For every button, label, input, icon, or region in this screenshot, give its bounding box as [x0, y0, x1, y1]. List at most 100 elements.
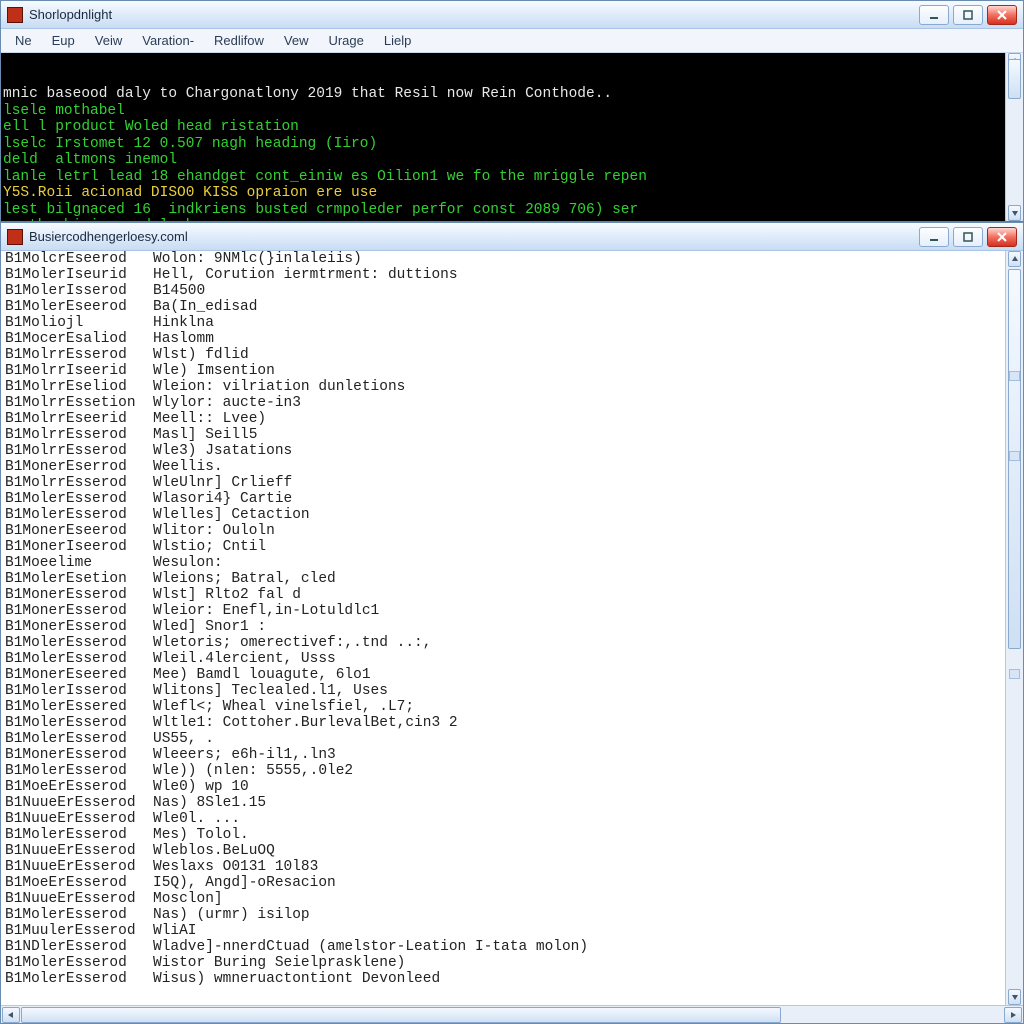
list-row[interactable]: B1MuulerEsserodWliAI	[5, 923, 1023, 939]
terminal-output[interactable]: mnic baseood daly to Chargonatlony 2019 …	[1, 53, 1023, 221]
row-value: Wltle1: Cottoher.BurlevalBet,cin3 2	[153, 715, 458, 731]
titlebar[interactable]: Busiercodhengerloesy.coml	[1, 223, 1023, 251]
list-row[interactable]: B1NuueErEsserodMosclon]	[5, 891, 1023, 907]
row-value: Wleion: vilriation dunletions	[153, 379, 405, 395]
list-row[interactable]: B1MolrrEssetionWlylor: aucte-in3	[5, 395, 1023, 411]
window-controls	[919, 227, 1017, 247]
list-row[interactable]: B1MolerIsserodB14500	[5, 283, 1023, 299]
menu-item[interactable]: Vew	[274, 29, 319, 52]
scroll-right-icon[interactable]	[1004, 1007, 1022, 1023]
scroll-up-icon[interactable]	[1008, 251, 1021, 267]
list-row[interactable]: B1MolrrEseliodWleion: vilriation dunleti…	[5, 379, 1023, 395]
list-row[interactable]: B1MonerEserrodWeellis.	[5, 459, 1023, 475]
minimize-button[interactable]	[919, 227, 949, 247]
list-row[interactable]: B1MolerEsetionWleions; Batral, cled	[5, 571, 1023, 587]
menu-item[interactable]: Urage	[318, 29, 373, 52]
scroll-marker	[1009, 371, 1020, 381]
list-row[interactable]: B1MolerEsserodWisus) wmneruactontiont De…	[5, 971, 1023, 987]
list-row[interactable]: B1MolrrIseeridWle) Imsention	[5, 363, 1023, 379]
list-row[interactable]: B1MolerEsserodWleil.4lercient, Usss	[5, 651, 1023, 667]
maximize-button[interactable]	[953, 5, 983, 25]
row-key: B1MocerEsaliod	[5, 331, 153, 347]
list-row[interactable]: B1MolerIseuridHell, Corution iermtrment:…	[5, 267, 1023, 283]
list-row[interactable]: B1MolcrEseerodWolon: 9NMlc(}inlaleiis)	[5, 251, 1023, 267]
list-row[interactable]: B1MolrrEseeridMeell:: Lvee)	[5, 411, 1023, 427]
row-value: Wleior: Enefl,in-Lotuldlc1	[153, 603, 379, 619]
list-row[interactable]: B1MolerEsserodWle)) (nlen: 5555,.0le2	[5, 763, 1023, 779]
row-key: B1MonerIseerod	[5, 539, 153, 555]
list-row[interactable]: B1MolrrEsserodMasl] Seill5	[5, 427, 1023, 443]
menu-item[interactable]: Veiw	[85, 29, 132, 52]
row-value: Wleil.4lercient, Usss	[153, 651, 336, 667]
list-row[interactable]: B1MolrrEsserodWle3) Jsatations	[5, 443, 1023, 459]
row-value: Wle0l. ...	[153, 811, 240, 827]
menu-item[interactable]: Varation-	[132, 29, 204, 52]
row-key: B1MolrrEsserod	[5, 475, 153, 491]
list-row[interactable]: B1MolerEsserodNas) (urmr) isilop	[5, 907, 1023, 923]
list-row[interactable]: B1MonerIseerodWlstio; Cntil	[5, 539, 1023, 555]
list-row[interactable]: B1MolerEsserodWletoris; omerectivef:,.tn…	[5, 635, 1023, 651]
list-row[interactable]: B1NuueErEsserodWle0l. ...	[5, 811, 1023, 827]
list-row[interactable]: B1MolerEsserodWistor Buring Seielpraskle…	[5, 955, 1023, 971]
list-row[interactable]: B1MolerEseerodBa(In_edisad	[5, 299, 1023, 315]
list-row[interactable]: B1MolerEsserodMes) Tolol.	[5, 827, 1023, 843]
list-row[interactable]: B1MolerIsserodWlitons] Teclealed.l1, Use…	[5, 683, 1023, 699]
scroll-down-icon[interactable]	[1008, 989, 1021, 1005]
row-value: Masl] Seill5	[153, 427, 257, 443]
row-value: Nas) (urmr) isilop	[153, 907, 310, 923]
list-row[interactable]: B1NuueErEsserodWleblos.BeLuOQ	[5, 843, 1023, 859]
list-row[interactable]: B1MolerEsseredWlefl<; Wheal vinelsfiel, …	[5, 699, 1023, 715]
list-row[interactable]: B1MolrrEsserodWleUlnr] Crlieff	[5, 475, 1023, 491]
close-button[interactable]	[987, 227, 1017, 247]
close-button[interactable]	[987, 5, 1017, 25]
list-row[interactable]: B1MocerEsaliodHaslomm	[5, 331, 1023, 347]
listing-hscrollbar[interactable]	[1, 1005, 1023, 1023]
menu-item[interactable]: Ne	[5, 29, 42, 52]
list-row[interactable]: B1MonerEsserodWleior: Enefl,in-Lotuldlc1	[5, 603, 1023, 619]
list-row[interactable]: B1MonerEseeredMee) Bamdl louagute, 6lo1	[5, 667, 1023, 683]
list-row[interactable]: B1NuueErEsserodWeslaxs O0131 10l83	[5, 859, 1023, 875]
list-row[interactable]: B1MolerEsserodWlasori4} Cartie	[5, 491, 1023, 507]
text-listing[interactable]: B1MolcrEseerodWolon: 9NMlc(}inlaleiis)B1…	[1, 251, 1023, 1005]
row-key: B1MuulerEsserod	[5, 923, 153, 939]
titlebar[interactable]: Shorlopdnlight	[1, 1, 1023, 29]
menu-item[interactable]: Eup	[42, 29, 85, 52]
scroll-track[interactable]	[21, 1007, 1003, 1023]
list-row[interactable]: B1MonerEsserodWled] Snor1 :	[5, 619, 1023, 635]
list-row[interactable]: B1MoeErEsserodI5Q), Angd]-oResacion	[5, 875, 1023, 891]
terminal-line: lsele mothabel	[3, 103, 1021, 120]
list-row[interactable]: B1NuueErEsserodNas) 8Sle1.15	[5, 795, 1023, 811]
row-key: B1MolrrEssetion	[5, 395, 153, 411]
row-value: Wle)) (nlen: 5555,.0le2	[153, 763, 353, 779]
list-row[interactable]: B1MolerEsserodUS55, .	[5, 731, 1023, 747]
scroll-thumb[interactable]	[21, 1007, 781, 1023]
list-row[interactable]: B1MolrrEsserodWlst) fdlid	[5, 347, 1023, 363]
menu-item[interactable]: Lielp	[374, 29, 421, 52]
listing-vscrollbar[interactable]	[1005, 251, 1023, 1005]
maximize-button[interactable]	[953, 227, 983, 247]
list-row[interactable]: B1NDlerEsserodWladve]-nnerdCtuad (amelst…	[5, 939, 1023, 955]
row-value: Meell:: Lvee)	[153, 411, 266, 427]
list-row[interactable]: B1MoliojlHinklna	[5, 315, 1023, 331]
list-row[interactable]: B1MoeelimeWesulon:	[5, 555, 1023, 571]
list-row[interactable]: B1MoeErEsserodWle0) wp 10	[5, 779, 1023, 795]
list-row[interactable]: B1MonerEsserodWleeers; e6h-il1,.ln3	[5, 747, 1023, 763]
scroll-left-icon[interactable]	[2, 1007, 20, 1023]
minimize-button[interactable]	[919, 5, 949, 25]
list-row[interactable]: B1MolerEsserodWltle1: Cottoher.BurlevalB…	[5, 715, 1023, 731]
menu-item[interactable]: Redlifow	[204, 29, 274, 52]
scroll-thumb[interactable]	[1008, 59, 1021, 99]
row-key: B1MolerEsserod	[5, 955, 153, 971]
row-key: B1MolrrEsserod	[5, 427, 153, 443]
row-key: B1MonerEsserod	[5, 587, 153, 603]
scroll-down-icon[interactable]	[1008, 205, 1021, 221]
row-value: I5Q), Angd]-oResacion	[153, 875, 336, 891]
list-row[interactable]: B1MolerEsserodWlelles] Cetaction	[5, 507, 1023, 523]
list-row[interactable]: B1MonerEseerodWlitor: Ouloln	[5, 523, 1023, 539]
row-key: B1MolerEsserod	[5, 635, 153, 651]
row-key: B1MolerEsetion	[5, 571, 153, 587]
row-value: Wesulon:	[153, 555, 223, 571]
row-key: B1MolrrIseerid	[5, 363, 153, 379]
list-row[interactable]: B1MonerEsserodWlst] Rlto2 fal d	[5, 587, 1023, 603]
terminal-vscrollbar[interactable]	[1005, 53, 1023, 221]
